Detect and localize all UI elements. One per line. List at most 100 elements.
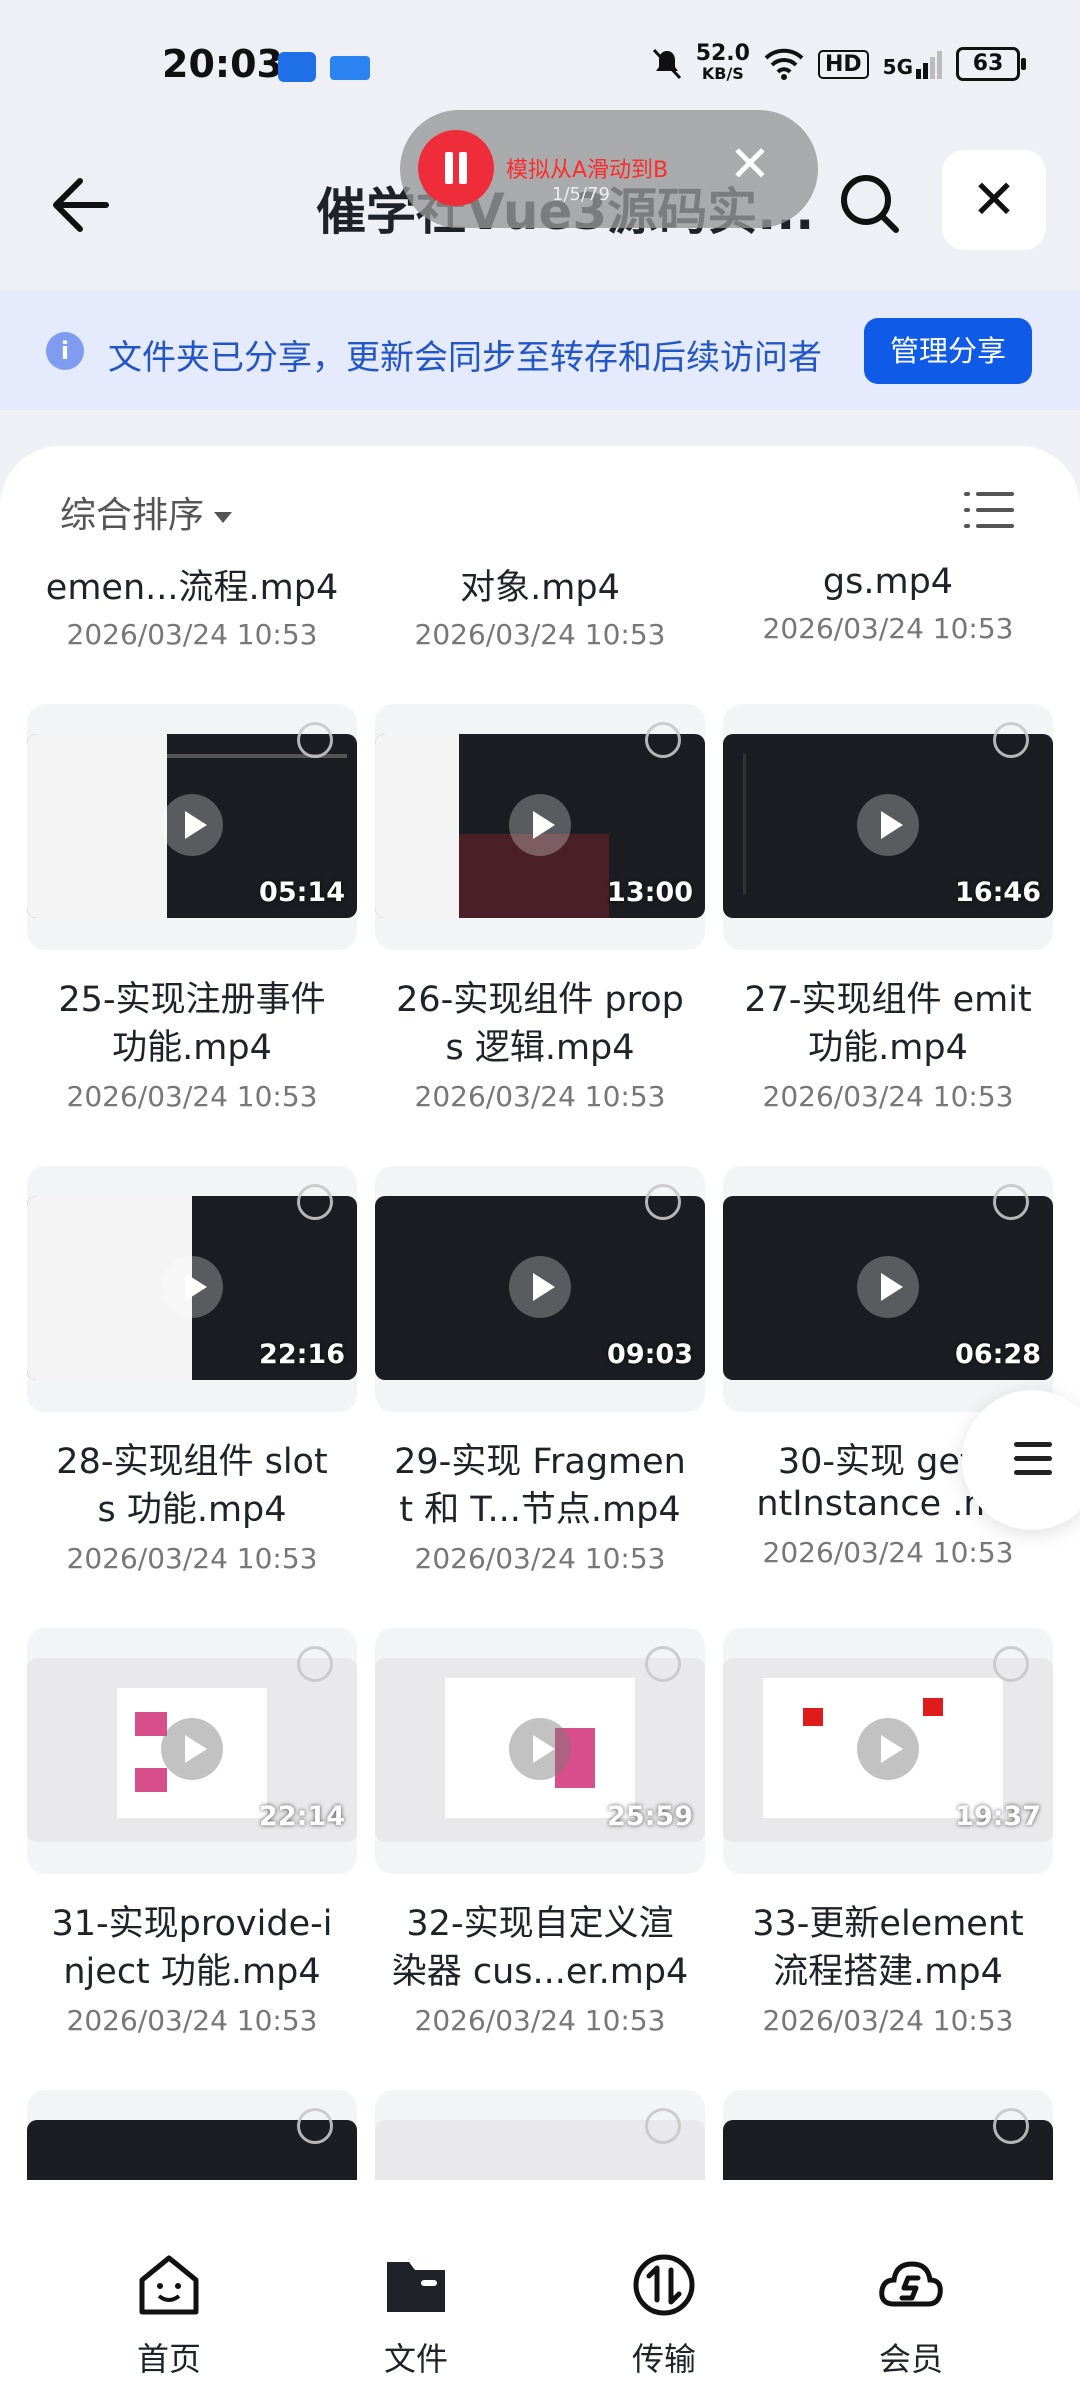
- select-checkbox[interactable]: [993, 2108, 1029, 2144]
- overlay-close-button[interactable]: ✕: [720, 134, 780, 194]
- file-date: 2026/03/24 10:53: [414, 618, 666, 651]
- file-date: 2026/03/24 10:53: [762, 1536, 1014, 1569]
- back-button[interactable]: [40, 165, 120, 245]
- file-date: 2026/03/24 10:53: [762, 2004, 1014, 2037]
- signal-icon: [916, 51, 942, 79]
- video-duration: 13:00: [607, 877, 693, 908]
- video-card[interactable]: 06:28: [723, 1166, 1053, 1412]
- nav-files[interactable]: 文件: [336, 2250, 496, 2380]
- nav-label: 会员: [878, 2340, 943, 2378]
- chevron-down-icon: [214, 511, 233, 523]
- sort-label: 综合排序: [60, 495, 205, 536]
- file-name-line2: s 功能.mp4: [97, 1490, 287, 1530]
- nav-vip[interactable]: 会员: [831, 2250, 991, 2380]
- file-name: gs.mp4: [822, 562, 954, 602]
- video-card[interactable]: 13:00: [375, 704, 705, 950]
- search-button[interactable]: [830, 164, 910, 244]
- home-icon: [139, 2255, 199, 2315]
- video-thumbnail: 22:16: [27, 1196, 357, 1380]
- file-name: emen...流程.mp4: [45, 568, 339, 608]
- app-notification-icon: [278, 52, 316, 82]
- file-date: 2026/03/24 10:53: [66, 618, 318, 651]
- share-banner-text: 文件夹已分享，更新会同步至转存和后续访问者: [108, 338, 822, 378]
- video-card[interactable]: 22:14: [27, 1628, 357, 1874]
- recording-overlay: 模拟从A滑动到B 1/5/79 ✕: [400, 110, 818, 228]
- file-name-line2: t 和 T...节点.mp4: [399, 1490, 681, 1530]
- sort-dropdown[interactable]: 综合排序: [60, 486, 233, 538]
- video-card[interactable]: [723, 2090, 1053, 2180]
- back-arrow-icon: [53, 178, 109, 232]
- search-icon: [841, 175, 899, 233]
- video-card[interactable]: 22:16: [27, 1166, 357, 1412]
- info-icon: i: [46, 332, 84, 370]
- video-thumbnail: 06:28: [723, 1196, 1053, 1380]
- select-checkbox[interactable]: [297, 1184, 333, 1220]
- file-name-line1: 28-实现组件 slot: [56, 1442, 328, 1482]
- manage-share-button[interactable]: 管理分享: [864, 318, 1032, 384]
- file-date: 2026/03/24 10:53: [414, 1080, 666, 1113]
- select-checkbox[interactable]: [297, 2108, 333, 2144]
- folder-icon: [387, 2262, 445, 2312]
- share-banner: i 文件夹已分享，更新会同步至转存和后续访问者 管理分享: [0, 290, 1080, 410]
- play-icon: [857, 1718, 919, 1780]
- video-duration: 22:14: [259, 1801, 345, 1832]
- nav-label: 文件: [383, 2340, 448, 2378]
- video-thumbnail: 16:46: [723, 734, 1053, 918]
- play-icon: [857, 1256, 919, 1318]
- video-duration: 16:46: [955, 877, 1041, 908]
- vip-icon: [879, 2261, 943, 2307]
- pause-recording-button[interactable]: [418, 130, 494, 206]
- list-view-toggle[interactable]: [964, 490, 1014, 530]
- video-duration: 06:28: [955, 1339, 1041, 1370]
- nav-label: 传输: [631, 2340, 696, 2378]
- file-date: 2026/03/24 10:53: [66, 1542, 318, 1575]
- select-checkbox[interactable]: [993, 722, 1029, 758]
- close-icon: ✕: [971, 168, 1017, 231]
- select-checkbox[interactable]: [645, 722, 681, 758]
- file-name-line2: 功能.mp4: [112, 1028, 272, 1068]
- file-name-line2: nject 功能.mp4: [63, 1952, 321, 1992]
- file-name: 对象.mp4: [460, 568, 620, 608]
- select-checkbox[interactable]: [993, 1184, 1029, 1220]
- battery-indicator: 63: [956, 47, 1026, 81]
- select-checkbox[interactable]: [297, 722, 333, 758]
- file-name-line1: 32-实现自定义渲: [406, 1904, 674, 1944]
- select-checkbox[interactable]: [645, 2108, 681, 2144]
- play-icon: [161, 1718, 223, 1780]
- video-card[interactable]: 25:59: [375, 1628, 705, 1874]
- select-checkbox[interactable]: [297, 1646, 333, 1682]
- file-name-line2: 染器 cus...er.mp4: [391, 1952, 689, 1992]
- video-card[interactable]: 16:46: [723, 704, 1053, 950]
- file-name-line1: 31-实现provide-i: [51, 1904, 333, 1944]
- video-card[interactable]: 09:03: [375, 1166, 705, 1412]
- video-thumbnail: 19:37: [723, 1658, 1053, 1842]
- video-thumbnail: 22:14: [27, 1658, 357, 1842]
- signal-indicator: 5G: [883, 49, 942, 79]
- file-name-line1: 27-实现组件 emit: [744, 980, 1032, 1020]
- select-checkbox[interactable]: [645, 1646, 681, 1682]
- transfer-icon: [633, 2254, 695, 2316]
- file-name-line1: 33-更新element: [752, 1904, 1024, 1944]
- play-icon: [161, 1256, 223, 1318]
- select-checkbox[interactable]: [645, 1184, 681, 1220]
- video-card[interactable]: 19:37: [723, 1628, 1053, 1874]
- file-name-line2: s 逻辑.mp4: [445, 1028, 635, 1068]
- video-card[interactable]: [375, 2090, 705, 2180]
- file-date: 2026/03/24 10:53: [66, 1080, 318, 1113]
- video-duration: 05:14: [259, 877, 345, 908]
- video-thumbnail: 05:14: [27, 734, 357, 918]
- mute-icon: [652, 48, 681, 80]
- nav-label: 首页: [136, 2340, 201, 2378]
- play-icon: [161, 794, 223, 856]
- video-card[interactable]: 05:14: [27, 704, 357, 950]
- close-button[interactable]: ✕: [942, 150, 1046, 250]
- video-duration: 09:03: [607, 1339, 693, 1370]
- select-checkbox[interactable]: [993, 1646, 1029, 1682]
- nav-transfer[interactable]: 传输: [584, 2250, 744, 2380]
- play-icon: [857, 794, 919, 856]
- video-duration: 19:37: [955, 1801, 1041, 1832]
- nav-home[interactable]: 首页: [89, 2250, 249, 2380]
- video-card[interactable]: [27, 2090, 357, 2180]
- network-speed: 52.0 KB/S: [695, 41, 750, 84]
- video-duration: 22:16: [259, 1339, 345, 1370]
